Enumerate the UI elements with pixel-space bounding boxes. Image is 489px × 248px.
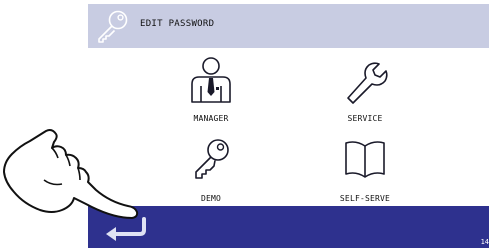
manager-label: MANAGER [193,114,229,123]
demo-button[interactable]: DEMO [148,136,268,212]
page-number: 14 [480,238,489,246]
service-button[interactable]: SERVICE [302,56,422,132]
wrench-icon [347,62,388,104]
touch-screen: EDIT PASSWORD MANAGER SERVICE DEMO SELF-… [88,0,489,248]
key-icon [195,139,229,179]
self-serve-label: SELF-SERVE [339,194,391,203]
demo-label: DEMO [200,194,222,203]
manager-button[interactable]: MANAGER [148,56,268,132]
service-label: SERVICE [347,114,383,123]
self-serve-button[interactable]: SELF-SERVE [302,136,422,212]
title-bar: EDIT PASSWORD [88,4,489,48]
open-book-icon [345,141,385,178]
page-title: EDIT PASSWORD [140,19,215,29]
key-outline-icon [98,10,128,43]
pointing-hand-icon [3,129,139,219]
manager-person-icon [191,57,231,103]
footer-bar: 14 [88,206,489,248]
